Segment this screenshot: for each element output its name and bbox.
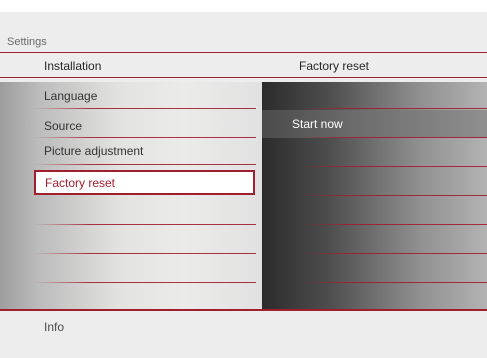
- menu-item-language[interactable]: Language: [44, 89, 97, 103]
- right-header-divider: [262, 77, 487, 78]
- menu-separator: [34, 137, 256, 138]
- menu-item-source[interactable]: Source: [44, 119, 82, 133]
- menu-panel: [0, 82, 262, 310]
- menu-separator: [34, 253, 256, 254]
- menu-separator: [34, 108, 256, 109]
- menu-separator: [34, 224, 256, 225]
- start-now-label: Start now: [292, 117, 343, 131]
- menu-separator: [34, 282, 256, 283]
- option-separator: [300, 108, 487, 109]
- column-header-installation: Installation: [44, 59, 102, 73]
- option-separator: [300, 166, 487, 167]
- option-separator: [300, 224, 487, 225]
- header-divider: [0, 52, 487, 53]
- menu-separator: [34, 164, 256, 165]
- menu-item-label: Factory reset: [45, 176, 116, 190]
- column-header-factory-reset: Factory reset: [299, 59, 370, 73]
- option-separator: [300, 137, 487, 138]
- footer-divider: [0, 309, 487, 311]
- option-separator: [300, 282, 487, 283]
- option-separator: [300, 253, 487, 254]
- menu-item-factory-reset[interactable]: Factory reset: [34, 170, 255, 195]
- option-separator: [300, 195, 487, 196]
- menu-item-picture-adjustment[interactable]: Picture adjustment: [44, 144, 143, 158]
- start-now-option[interactable]: Start now: [262, 110, 487, 138]
- breadcrumb: Settings: [7, 36, 47, 48]
- left-header-divider: [0, 77, 262, 78]
- info-button[interactable]: Info: [44, 320, 64, 334]
